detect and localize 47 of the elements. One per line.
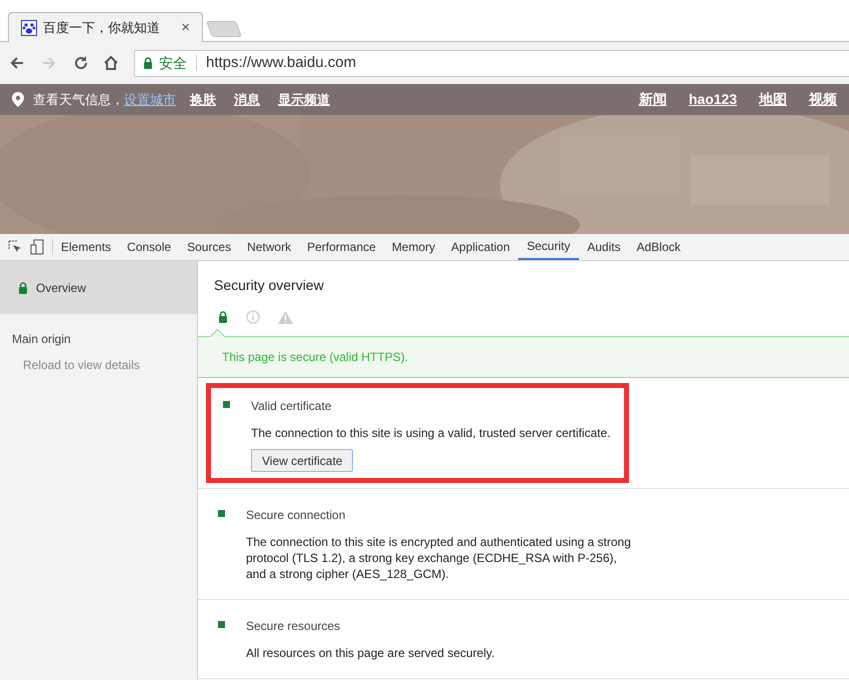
paw-icon <box>21 20 37 36</box>
overview-title: Security overview <box>214 277 324 293</box>
device-icon[interactable] <box>30 239 44 255</box>
lock-icon <box>143 57 153 69</box>
overview-item[interactable]: Overview <box>0 261 197 314</box>
section-description: All resources on this page are served securely. <box>246 645 496 661</box>
devtools-tab[interactable]: Performance <box>299 234 384 260</box>
nav-link[interactable]: hao123 <box>688 89 737 110</box>
section-heading: Secure connection <box>246 507 346 524</box>
status-text: This page is secure (valid HTTPS). <box>222 349 408 366</box>
nav-link[interactable]: 显示频道 <box>278 90 330 110</box>
devtools-tab[interactable]: Memory <box>384 234 444 260</box>
section-description: The connection to this site is encrypted and authenticated using a strong protocol (TLS 1.2), a strong key exchange (ECDHE_RSA with P-256), and a strong cipher (AES_128_GCM). <box>246 534 632 582</box>
hint-text: Reload to view details <box>23 357 141 374</box>
location-pin-icon <box>12 92 24 107</box>
lock-icon <box>18 282 28 294</box>
devtools-tab[interactable]: Network <box>239 234 300 260</box>
lock-icon <box>218 311 228 323</box>
section-heading: Valid certificate <box>251 398 332 415</box>
browser-tab[interactable]: 百度一下，你就知道 × <box>8 12 203 42</box>
home-icon[interactable] <box>102 54 120 72</box>
section-heading: Secure resources <box>246 618 342 635</box>
overview-label: Overview <box>36 280 86 296</box>
info-icon <box>246 310 260 324</box>
section-title: Main origin <box>12 331 72 348</box>
nav-link[interactable]: 换肤 <box>190 90 216 110</box>
devtools-tab[interactable]: Audits <box>579 234 629 260</box>
section-description: The connection to this site is using a valid, trusted server certificate. <box>251 425 612 441</box>
view-certificate-button[interactable]: View certificate <box>251 449 354 472</box>
nav-link[interactable]: 消息 <box>234 90 260 110</box>
address-bar[interactable]: 安全 https://www.baidu.com <box>134 50 849 76</box>
url-text: https://www.baidu.com <box>206 52 356 73</box>
close-button[interactable]: × <box>181 20 190 35</box>
devtools-tab[interactable]: Application <box>443 234 518 260</box>
secure-label: 安全 <box>159 54 187 72</box>
nav-link[interactable]: 地图 <box>759 89 787 110</box>
tab-title: 百度一下，你就知道 <box>43 18 161 37</box>
devtools-tab[interactable]: AdBlock <box>628 234 689 260</box>
devtools-tab[interactable]: Console <box>119 234 180 260</box>
devtools-tab[interactable]: Elements <box>53 234 120 260</box>
nav-link[interactable]: 新闻 <box>638 89 667 110</box>
weather-text: 查看天气信息， <box>33 90 124 109</box>
inspect-icon[interactable] <box>8 240 22 254</box>
nav-link[interactable]: 视频 <box>809 89 837 110</box>
warning-icon <box>278 310 293 324</box>
devtools-tab[interactable]: Sources <box>179 234 240 260</box>
reload-icon[interactable] <box>72 54 90 72</box>
